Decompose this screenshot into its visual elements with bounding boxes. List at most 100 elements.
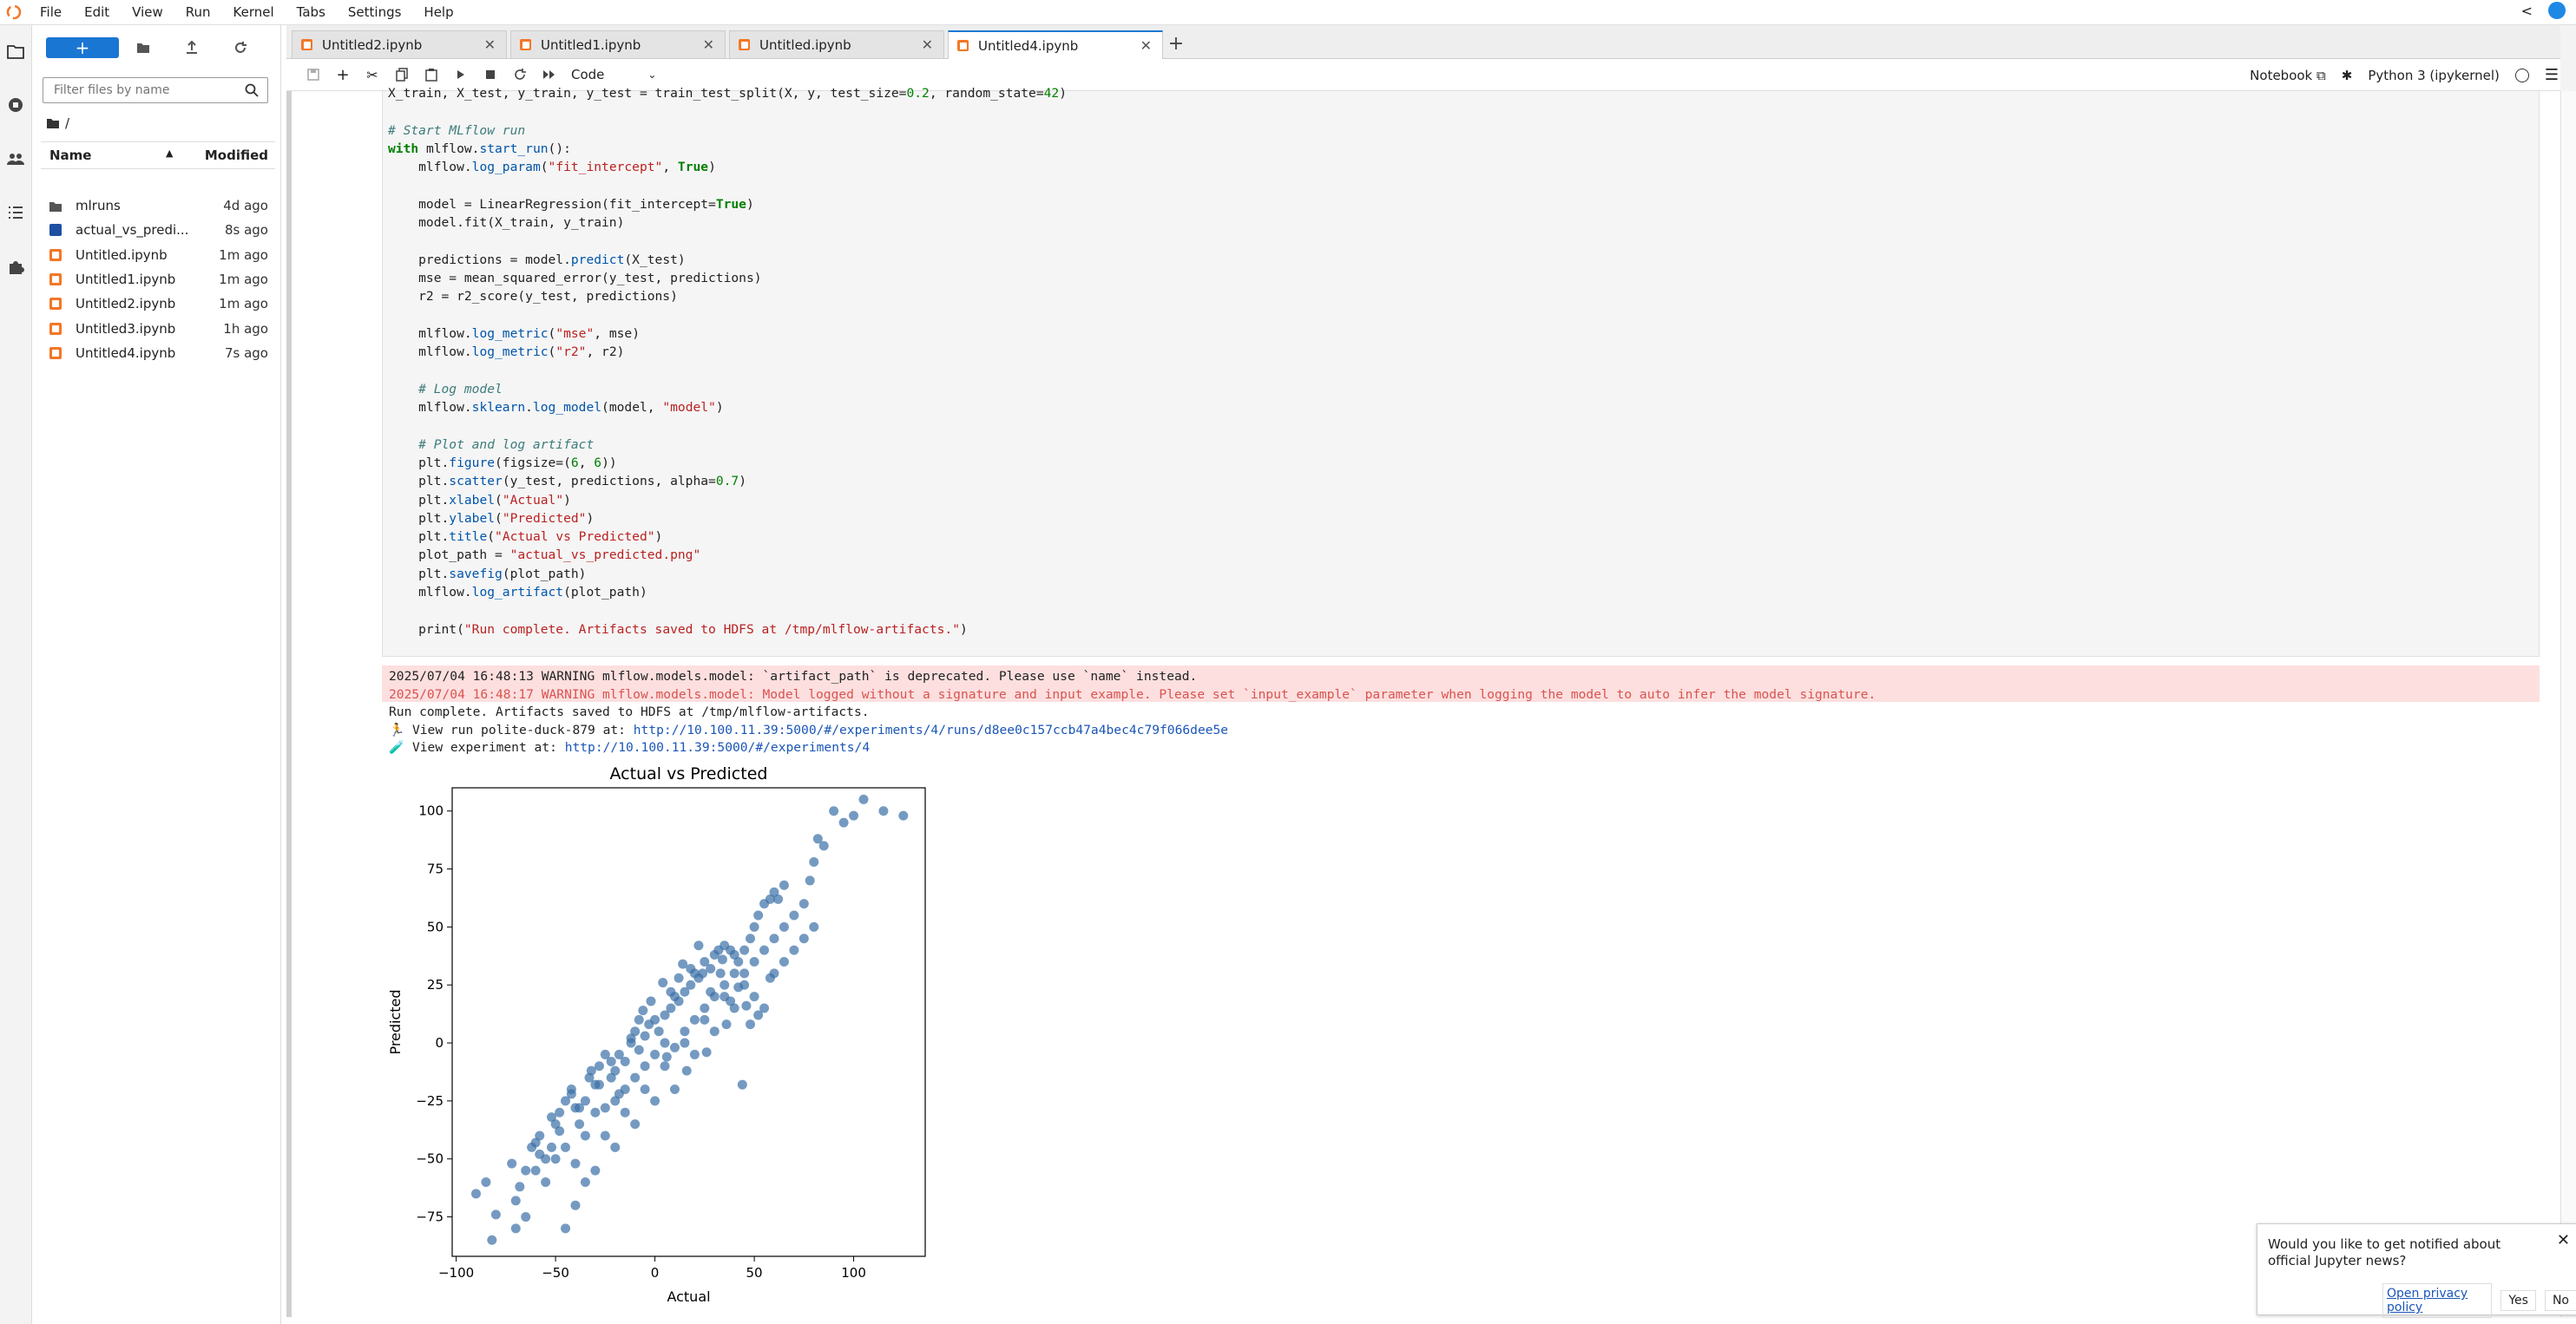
data-point <box>535 1149 545 1159</box>
file-modified: 1m ago <box>219 271 268 287</box>
cut-icon[interactable]: ✂ <box>359 64 385 85</box>
share-icon[interactable]: < <box>2521 3 2533 19</box>
data-point <box>610 1065 621 1076</box>
paste-icon[interactable] <box>418 64 444 85</box>
scrollbar[interactable] <box>2560 91 2576 1317</box>
run-icon[interactable] <box>448 64 474 85</box>
data-point <box>753 1010 764 1020</box>
running-icon[interactable] <box>5 95 26 115</box>
new-folder-icon[interactable] <box>119 37 168 58</box>
close-tab-icon[interactable]: ✕ <box>703 36 714 53</box>
folder-icon[interactable] <box>46 118 60 129</box>
tab-bar: Untitled2.ipynb ✕ Untitled1.ipynb ✕ Untitled… <box>286 25 2576 59</box>
menu-view[interactable]: View <box>132 4 163 20</box>
privacy-policy-link[interactable]: Open privacy policy <box>2382 1283 2493 1318</box>
menu-file[interactable]: File <box>40 4 62 20</box>
data-point <box>737 1079 747 1090</box>
kernel-name[interactable]: Python 3 (ipykernel) <box>2368 68 2500 83</box>
tab-label: Untitled1.ipynb <box>541 37 641 53</box>
file-modified: 7s ago <box>224 344 268 361</box>
file-browser: + / Name ▲ Modified mlruns 4d ago actual_v… <box>32 25 281 1324</box>
new-tab-button[interactable]: + <box>1165 32 1187 55</box>
data-point <box>620 1056 630 1066</box>
notebook-button[interactable]: Notebook ⧉ <box>2250 68 2326 83</box>
insert-cell-icon[interactable]: + <box>330 64 356 85</box>
experiment-link[interactable]: http://10.100.11.39:5000/#/experiments/4 <box>565 740 870 755</box>
file-row[interactable]: Untitled2.ipynb 1m ago <box>41 292 275 316</box>
tab-untitled4[interactable]: Untitled4.ipynb ✕ <box>948 30 1163 59</box>
breadcrumb-root[interactable]: / <box>65 115 69 131</box>
data-point <box>640 1031 650 1041</box>
tab-label: Untitled2.ipynb <box>322 37 423 53</box>
refresh-icon[interactable] <box>216 37 265 58</box>
data-point <box>898 810 909 821</box>
file-row[interactable]: Untitled3.ipynb 1h ago <box>41 317 275 341</box>
data-point <box>715 968 726 979</box>
code-cell-input[interactable]: X_train, X_test, y_train, y_test = train… <box>382 86 2540 657</box>
data-point <box>521 1165 531 1176</box>
menu-help[interactable]: Help <box>424 4 453 20</box>
file-row[interactable]: Untitled4.ipynb 7s ago <box>41 341 275 365</box>
copy-icon[interactable] <box>389 64 415 85</box>
file-name: actual_vs_predi... <box>76 222 189 239</box>
file-row[interactable]: Untitled.ipynb 1m ago <box>41 243 275 267</box>
toc-icon[interactable] <box>5 202 26 223</box>
save-icon[interactable] <box>300 64 326 85</box>
close-tab-icon[interactable]: ✕ <box>484 36 496 53</box>
x-axis-label: Actual <box>667 1288 710 1305</box>
upload-icon[interactable] <box>168 37 216 58</box>
data-point <box>680 1038 690 1048</box>
close-tab-icon[interactable]: ✕ <box>1140 37 1152 54</box>
modified-column-header[interactable]: Modified <box>205 147 268 163</box>
new-launcher-button[interactable]: + <box>46 37 119 58</box>
tab-untitled1[interactable]: Untitled1.ipynb ✕ <box>510 30 726 58</box>
data-point <box>638 1006 648 1016</box>
file-row[interactable]: Untitled1.ipynb 1m ago <box>41 267 275 292</box>
menu-run[interactable]: Run <box>186 4 211 20</box>
y-tick-label: 25 <box>427 977 444 993</box>
run-link[interactable]: http://10.100.11.39:5000/#/experiments/4… <box>634 723 1228 737</box>
filter-files-input[interactable] <box>52 78 246 102</box>
no-button[interactable]: No <box>2544 1290 2576 1311</box>
tab-untitled2[interactable]: Untitled2.ipynb ✕ <box>292 30 507 58</box>
stop-icon[interactable] <box>477 64 503 85</box>
collaborators-icon[interactable] <box>5 148 26 169</box>
file-list-header: Name ▲ Modified <box>41 141 275 169</box>
scatter-chart: Actual vs Predicted −100 −50 0 50 100 −75 −50 −2… <box>387 764 926 1305</box>
folder-icon[interactable] <box>5 41 26 62</box>
file-modified: 1m ago <box>219 296 268 312</box>
run-all-icon[interactable] <box>536 64 562 85</box>
user-avatar[interactable] <box>2548 2 2566 19</box>
restart-icon[interactable] <box>507 64 533 85</box>
code-editor[interactable]: X_train, X_test, y_train, y_test = train… <box>388 84 1067 639</box>
data-point <box>487 1235 497 1245</box>
menu-edit[interactable]: Edit <box>84 4 109 20</box>
close-tab-icon[interactable]: ✕ <box>922 36 933 53</box>
debugger-icon[interactable]: ✱ <box>2342 68 2353 83</box>
notebook-file-icon <box>49 248 62 261</box>
yes-button[interactable]: Yes <box>2500 1290 2536 1311</box>
data-point <box>510 1196 521 1206</box>
data-point <box>779 921 789 932</box>
data-point <box>606 1056 616 1066</box>
data-point <box>809 921 819 932</box>
name-column-header[interactable]: Name <box>49 147 91 163</box>
data-point <box>878 806 889 816</box>
close-icon[interactable]: ✕ <box>2557 1231 2570 1249</box>
file-row[interactable]: mlruns 4d ago <box>41 193 275 218</box>
y-tick-label: 0 <box>435 1035 444 1051</box>
menu-tabs[interactable]: Tabs <box>297 4 325 20</box>
file-browser-toolbar: + <box>46 37 265 58</box>
file-row[interactable]: actual_vs_predi... 8s ago <box>41 218 275 242</box>
menu-settings[interactable]: Settings <box>348 4 402 20</box>
image-file-icon <box>49 224 62 237</box>
data-point <box>858 794 869 804</box>
cell-type-select[interactable]: Code ⌄ <box>571 67 656 82</box>
extensions-icon[interactable] <box>5 256 26 277</box>
data-point <box>575 1119 585 1130</box>
tab-untitled[interactable]: Untitled.ipynb ✕ <box>729 30 944 58</box>
data-point <box>666 1003 676 1013</box>
menu-kernel[interactable]: Kernel <box>233 4 274 20</box>
menu-icon[interactable]: ☰ <box>2545 66 2559 84</box>
view-run-text: 🏃 View run polite-duck-879 at: <box>389 723 634 737</box>
